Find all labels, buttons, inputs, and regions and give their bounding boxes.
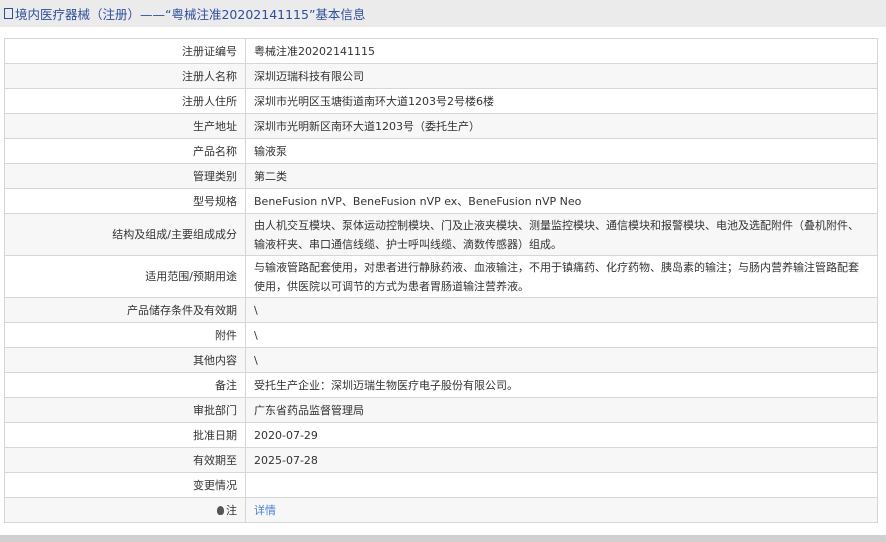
- field-value: 受托生产企业：深圳迈瑞生物医疗电子股份有限公司。: [245, 372, 878, 398]
- field-label: 管理类别: [4, 163, 246, 189]
- field-label: 结构及组成/主要组成成分: [4, 213, 246, 256]
- field-value: 粤械注准20202141115: [245, 38, 878, 64]
- table-row: 有效期至 2025-07-28: [4, 447, 878, 473]
- field-label: 注册人名称: [4, 63, 246, 89]
- table-row: 型号规格 BeneFusion nVP、BeneFusion nVP ex、Ben…: [4, 188, 878, 214]
- field-value: \: [245, 297, 878, 323]
- table-row: 注册人住所 深圳市光明区玉塘街道南环大道1203号2号楼6楼: [4, 88, 878, 114]
- table-row: 批准日期 2020-07-29: [4, 422, 878, 448]
- field-value: 与输液管路配套使用，对患者进行静脉药液、血液输注，不用于镇痛药、化疗药物、胰岛素…: [245, 255, 878, 298]
- table-row: 注详情: [4, 497, 878, 523]
- field-value: 2025-07-28: [245, 447, 878, 473]
- field-value: 输液泵: [245, 138, 878, 164]
- field-value: BeneFusion nVP、BeneFusion nVP ex、BeneFus…: [245, 188, 878, 214]
- table-row: 结构及组成/主要组成成分 由人机交互模块、泵体运动控制模块、门及止液夹模块、测量监…: [4, 213, 878, 256]
- field-value: 深圳市光明区玉塘街道南环大道1203号2号楼6楼: [245, 88, 878, 114]
- table-row: 适用范围/预期用途 与输液管路配套使用，对患者进行静脉药液、血液输注，不用于镇痛药…: [4, 255, 878, 298]
- field-label: 审批部门: [4, 397, 246, 423]
- table-row: 产品储存条件及有效期 \: [4, 297, 878, 323]
- field-value: 深圳市光明新区南环大道1203号（委托生产）: [245, 113, 878, 139]
- field-label: 注册证编号: [4, 38, 246, 64]
- table-row: 其他内容 \: [4, 347, 878, 373]
- field-label: 型号规格: [4, 188, 246, 214]
- page-title: 境内医疗器械（注册）——“粤械注准20202141115”基本信息: [15, 7, 366, 22]
- field-value: 广东省药品监督管理局: [245, 397, 878, 423]
- field-value: \: [245, 347, 878, 373]
- field-label: 注册人住所: [4, 88, 246, 114]
- field-label: 批准日期: [4, 422, 246, 448]
- table-row: 生产地址 深圳市光明新区南环大道1203号（委托生产）: [4, 113, 878, 139]
- scrollbar-track[interactable]: [0, 535, 886, 542]
- field-value: 详情: [245, 497, 878, 523]
- field-label: 生产地址: [4, 113, 246, 139]
- table-row: 注册人名称 深圳迈瑞科技有限公司: [4, 63, 878, 89]
- table-row: 注册证编号 粤械注准20202141115: [4, 38, 878, 64]
- table-row: 审批部门 广东省药品监督管理局: [4, 397, 878, 423]
- field-value: 第二类: [245, 163, 878, 189]
- field-label: 变更情况: [4, 472, 246, 498]
- field-value: 由人机交互模块、泵体运动控制模块、门及止液夹模块、测量监控模块、通信模块和报警模…: [245, 213, 878, 256]
- table-row: 管理类别 第二类: [4, 163, 878, 189]
- field-label: 产品名称: [4, 138, 246, 164]
- table-row: 附件 \: [4, 322, 878, 348]
- table-row: 变更情况: [4, 472, 878, 498]
- document-icon: [4, 8, 13, 19]
- table-row: 备注 受托生产企业：深圳迈瑞生物医疗电子股份有限公司。: [4, 372, 878, 398]
- field-label: 产品储存条件及有效期: [4, 297, 246, 323]
- page-header: 境内医疗器械（注册）——“粤械注准20202141115”基本信息: [0, 0, 886, 27]
- table-row: 产品名称 输液泵: [4, 138, 878, 164]
- field-label: 适用范围/预期用途: [4, 255, 246, 298]
- field-label: 其他内容: [4, 347, 246, 373]
- lightbulb-icon: [217, 505, 224, 515]
- field-label: 备注: [4, 372, 246, 398]
- field-label: 附件: [4, 322, 246, 348]
- field-value: 2020-07-29: [245, 422, 878, 448]
- details-link[interactable]: 详情: [254, 504, 276, 517]
- field-label: 有效期至: [4, 447, 246, 473]
- field-value: [245, 472, 878, 498]
- field-value: 深圳迈瑞科技有限公司: [245, 63, 878, 89]
- field-value: \: [245, 322, 878, 348]
- field-label: 注: [4, 497, 246, 523]
- info-table: 注册证编号 粤械注准20202141115 注册人名称 深圳迈瑞科技有限公司 注册人住所…: [4, 38, 878, 523]
